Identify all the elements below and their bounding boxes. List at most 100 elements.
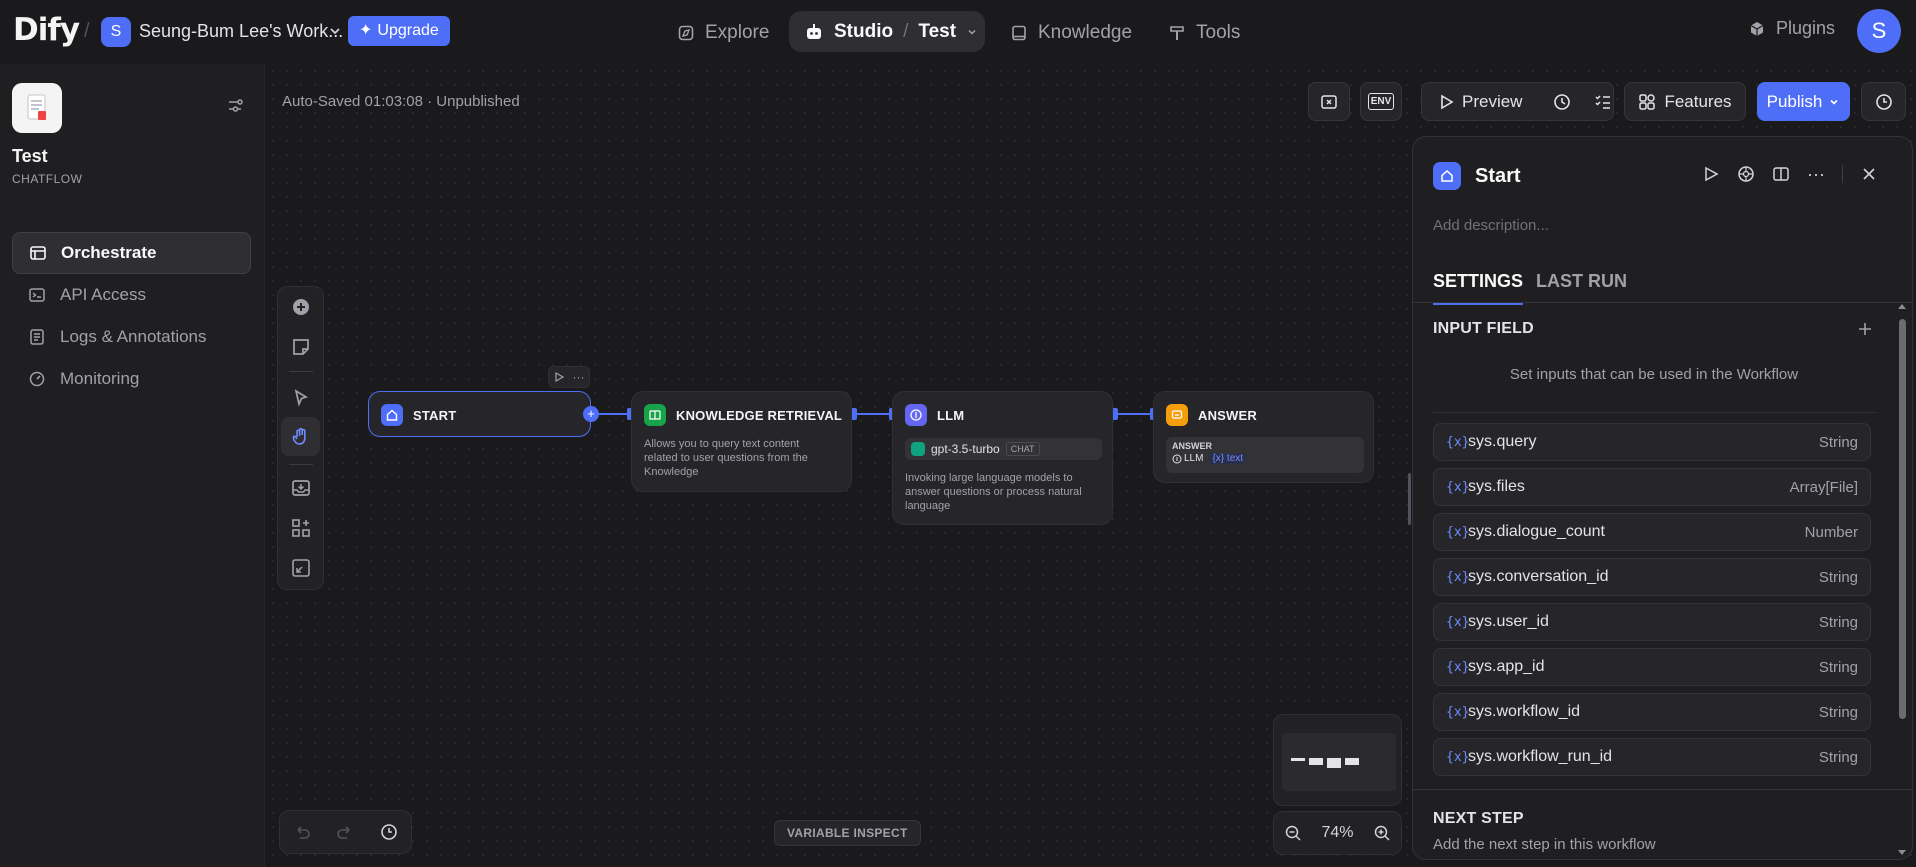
variable-row[interactable]: {x} sys.app_id String <box>1433 648 1871 686</box>
tab-settings[interactable]: SETTINGS <box>1433 271 1524 305</box>
maximize-canvas-icon[interactable] <box>289 556 313 580</box>
chevron-down-icon[interactable] <box>966 26 978 38</box>
description-input[interactable]: Add description... <box>1433 217 1549 234</box>
version-history-button[interactable] <box>1861 82 1906 121</box>
workspace-avatar[interactable]: S <box>101 17 131 47</box>
home-icon <box>1433 162 1461 190</box>
panel-resize-handle[interactable] <box>1408 473 1411 525</box>
sidebar-item-api-access[interactable]: API Access <box>12 274 251 316</box>
current-app-name[interactable]: Test <box>918 21 956 43</box>
close-icon[interactable] <box>1860 165 1878 183</box>
variable-icon: {x} <box>1212 453 1225 464</box>
sidebar-item-logs[interactable]: Logs & Annotations <box>12 316 251 358</box>
nav-knowledge-label: Knowledge <box>1038 22 1133 43</box>
variable-row[interactable]: {x} sys.query String <box>1433 423 1871 461</box>
variable-row[interactable]: {x} sys.workflow_id String <box>1433 693 1871 731</box>
chevron-down-icon[interactable] <box>328 24 342 38</box>
env-button[interactable]: ENV <box>1360 82 1402 121</box>
env-label: ENV <box>1367 93 1395 110</box>
model-name: gpt-3.5-turbo <box>931 442 1000 456</box>
window-icon <box>29 244 47 262</box>
zoom-out-icon[interactable] <box>1284 824 1302 842</box>
panel-title[interactable]: Start <box>1475 165 1521 188</box>
variable-icon: {x} <box>1446 434 1470 450</box>
node-knowledge-retrieval[interactable]: KNOWLEDGE RETRIEVAL Allows you to query … <box>631 391 852 492</box>
edge-llm-answer[interactable] <box>1113 413 1153 415</box>
node-title: START <box>413 407 457 423</box>
node-title: KNOWLEDGE RETRIEVAL <box>676 407 843 423</box>
checklist-button[interactable] <box>1308 82 1350 121</box>
hand-icon[interactable] <box>289 425 313 449</box>
publish-button[interactable]: Publish <box>1757 82 1850 121</box>
scrollbar-thumb[interactable] <box>1899 319 1906 719</box>
llm-ref-icon <box>1172 454 1182 464</box>
nav-tools-label: Tools <box>1196 22 1241 43</box>
nav-tools[interactable]: Tools <box>1168 18 1240 48</box>
sidebar-item-orchestrate[interactable]: Orchestrate <box>12 232 251 274</box>
redo-icon[interactable] <box>335 822 355 842</box>
zoom-level[interactable]: 74% <box>1321 824 1353 842</box>
variable-inspect-button[interactable]: VARIABLE INSPECT <box>774 820 921 846</box>
variable-row[interactable]: {x} sys.files Array[File] <box>1433 468 1871 506</box>
nav-explore[interactable]: Explore <box>677 18 769 48</box>
export-image-icon[interactable] <box>289 476 313 500</box>
variable-icon: {x} <box>1446 569 1470 585</box>
checklist-icon[interactable] <box>1594 93 1612 111</box>
add-next-node-button[interactable]: + <box>583 406 599 422</box>
organize-blocks-icon[interactable] <box>289 516 313 540</box>
dify-logo[interactable]: Dify <box>13 12 80 48</box>
node-start[interactable]: START <box>368 391 591 437</box>
node-description: Invoking large language models to answer… <box>905 472 1082 512</box>
features-button[interactable]: Features <box>1624 82 1746 121</box>
undo-icon[interactable] <box>292 822 312 842</box>
add-note-icon[interactable] <box>289 335 313 359</box>
variable-row[interactable]: {x} sys.conversation_id String <box>1433 558 1871 596</box>
run-node-icon[interactable] <box>554 372 564 382</box>
variable-row[interactable]: {x} sys.workflow_run_id String <box>1433 738 1871 776</box>
node-settings-panel: Start ··· Add description... SETTINGS LA… <box>1412 136 1913 860</box>
nav-knowledge[interactable]: Knowledge <box>1010 18 1132 48</box>
model-selector[interactable]: gpt-3.5-turbo CHAT <box>905 438 1102 460</box>
sidebar-item-label: Orchestrate <box>61 243 157 262</box>
input-field-title: INPUT FIELD <box>1433 320 1534 337</box>
plugins-label: Plugins <box>1776 18 1836 38</box>
pointer-icon[interactable] <box>289 386 313 410</box>
variable-type: Array[File] <box>1789 478 1858 496</box>
split-view-icon[interactable] <box>1772 165 1790 183</box>
add-input-icon[interactable] <box>1857 321 1873 337</box>
add-node-icon[interactable] <box>289 295 313 319</box>
variable-name: sys.conversation_id <box>1468 568 1609 585</box>
more-icon[interactable]: ··· <box>1807 165 1825 183</box>
tab-last-run[interactable]: LAST RUN <box>1536 271 1627 292</box>
nav-studio[interactable]: Studio / Test <box>789 11 985 52</box>
node-llm[interactable]: LLM gpt-3.5-turbo CHAT Invoking large la… <box>892 391 1113 525</box>
node-answer[interactable]: ANSWER ANSWER LLM {x} text <box>1153 391 1374 483</box>
help-icon[interactable] <box>1737 165 1755 183</box>
preview-group: Preview <box>1421 82 1614 121</box>
plugins-button[interactable]: Plugins <box>1748 18 1835 39</box>
sidebar-collapse-icon[interactable] <box>226 97 244 115</box>
variable-type: String <box>1818 658 1858 676</box>
play-icon[interactable] <box>1440 94 1454 110</box>
zoom-in-icon[interactable] <box>1373 824 1391 842</box>
publish-label: Publish <box>1766 91 1823 111</box>
workspace-name[interactable]: Seung-Bum Lee's Work... <box>139 21 343 42</box>
variable-row[interactable]: {x} sys.dialogue_count Number <box>1433 513 1871 551</box>
edge-knowledge-llm[interactable] <box>852 413 892 415</box>
app-sidebar: Test CHATFLOW Orchestrate API Access Log… <box>0 64 265 867</box>
upgrade-button[interactable]: ✦ Upgrade <box>348 16 450 46</box>
next-step-hint: Add the next step in this workflow <box>1433 836 1656 853</box>
user-avatar[interactable]: S <box>1857 9 1901 53</box>
minimap[interactable] <box>1273 714 1402 806</box>
preview-button[interactable]: Preview <box>1462 92 1522 112</box>
history-icon[interactable] <box>379 822 399 842</box>
run-step-icon[interactable] <box>1702 165 1720 183</box>
more-icon[interactable]: ··· <box>573 371 585 383</box>
panel-scrollbar[interactable] <box>1896 301 1908 858</box>
variable-row[interactable]: {x} sys.user_id String <box>1433 603 1871 641</box>
features-icon <box>1638 93 1656 111</box>
sidebar-item-monitoring[interactable]: Monitoring <box>12 358 251 400</box>
run-history-icon[interactable] <box>1552 92 1572 112</box>
sidebar-item-label: Monitoring <box>60 369 140 388</box>
nav-studio-label: Studio <box>834 20 894 42</box>
